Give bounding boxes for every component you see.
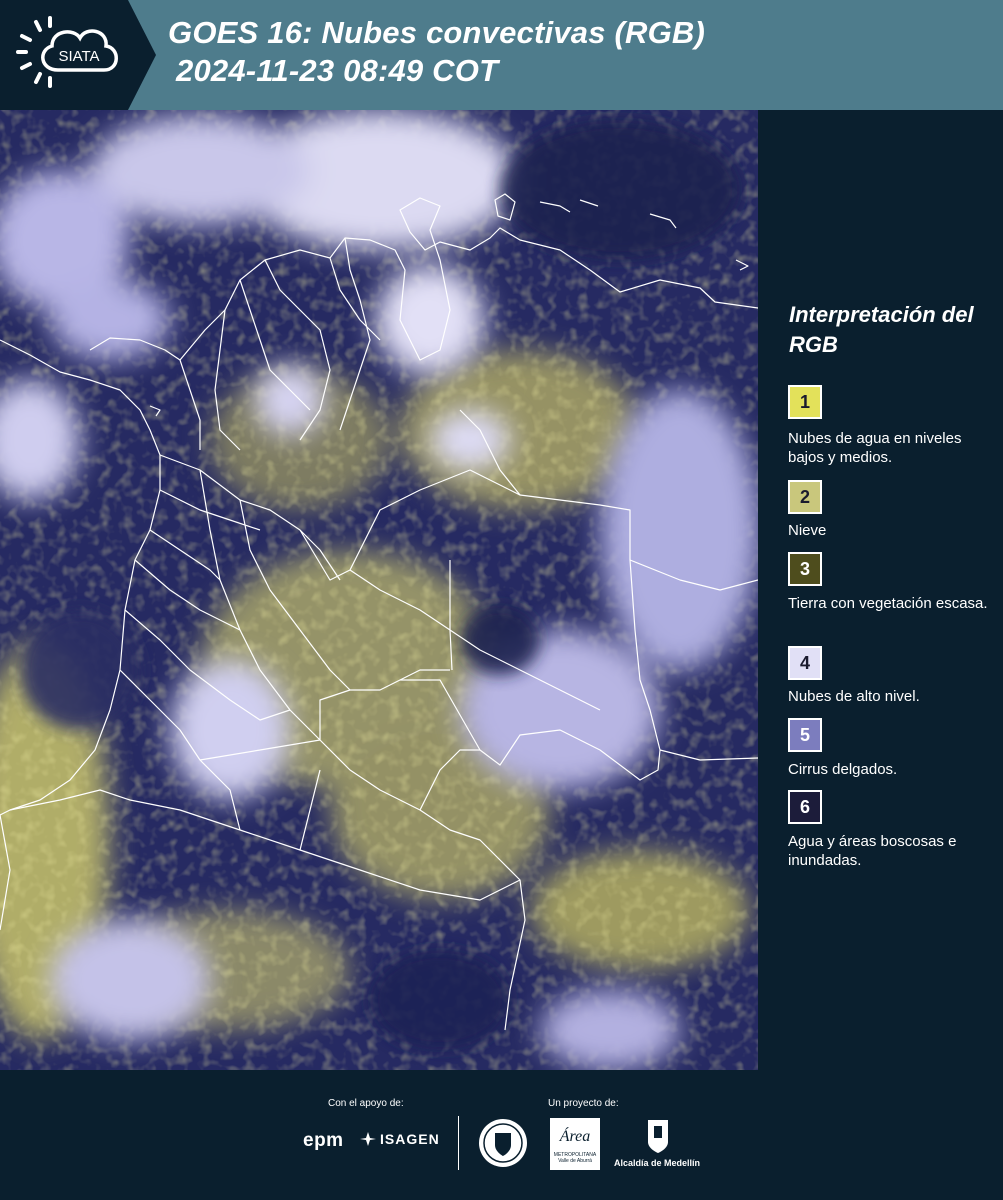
legend-number-1: 1 xyxy=(799,391,810,412)
legend-swatch-6: 6 xyxy=(788,790,822,824)
title-product: GOES 16: Nubes convectivas (RGB) xyxy=(168,15,706,50)
footer-divider xyxy=(458,1116,459,1170)
header-bar: SIATA GOES 16: Nubes convectivas (RGB) 2… xyxy=(0,0,1003,110)
legend-label-1: Nubes de agua en niveles bajos y medios. xyxy=(788,430,962,466)
footer: Con el apoyo de: Un proyecto de: epm ISA… xyxy=(0,1070,1003,1200)
legend-swatch-4: 4 xyxy=(788,646,822,680)
legend-swatch-2: 2 xyxy=(788,480,822,514)
siata-logo-text: SIATA xyxy=(58,48,99,65)
legend-label-5: Cirrus delgados. xyxy=(788,761,898,778)
satellite-image xyxy=(0,110,758,1070)
isagen-text: ISAGEN xyxy=(380,1131,440,1147)
isagen-logo: ISAGEN xyxy=(360,1131,440,1147)
satellite-map[interactable] xyxy=(0,110,758,1070)
alcaldia-name: Alcaldía de Medellín xyxy=(613,1158,701,1168)
legend-swatch-1: 1 xyxy=(788,385,822,419)
legend-label-3: Tierra con vegetación escasa. xyxy=(788,595,988,612)
medellin-seal-icon xyxy=(479,1119,527,1167)
legend-swatch-3: 3 xyxy=(788,552,822,586)
area-logo-name: Área xyxy=(559,1128,591,1145)
page-title: GOES 16: Nubes convectivas (RGB) 2024-11… xyxy=(168,14,705,90)
legend-title: Interpretación del RGB xyxy=(789,302,974,357)
legend-number-2: 2 xyxy=(799,486,810,507)
area-metropolitana-logo: Área METROPOLITANA Valle de Aburrá xyxy=(550,1118,600,1170)
isagen-icon xyxy=(360,1132,376,1146)
alcaldia-shield-icon xyxy=(648,1120,668,1153)
legend-number-6: 6 xyxy=(799,796,810,817)
title-timestamp: 2024-11-23 08:49 COT xyxy=(176,53,499,88)
legend-label-6: Agua y áreas boscosas e inundadas. xyxy=(788,833,957,869)
legend-label-2: Nieve xyxy=(788,522,827,539)
legend-panel: Interpretación del RGB 1 Nubes de agua e… xyxy=(758,110,1003,1070)
epm-logo: epm xyxy=(303,1130,344,1151)
support-label: Con el apoyo de: xyxy=(328,1098,404,1109)
legend-label-4: Nubes de alto nivel. xyxy=(788,688,920,705)
legend-swatch-5: 5 xyxy=(788,718,822,752)
legend-number-4: 4 xyxy=(799,652,810,673)
legend-number-5: 5 xyxy=(799,724,810,745)
legend-number-3: 3 xyxy=(799,558,810,579)
area-logo-sub: METROPOLITANA Valle de Aburrá xyxy=(553,1152,597,1164)
siata-logo: SIATA xyxy=(0,0,160,110)
project-label: Un proyecto de: xyxy=(548,1098,619,1109)
